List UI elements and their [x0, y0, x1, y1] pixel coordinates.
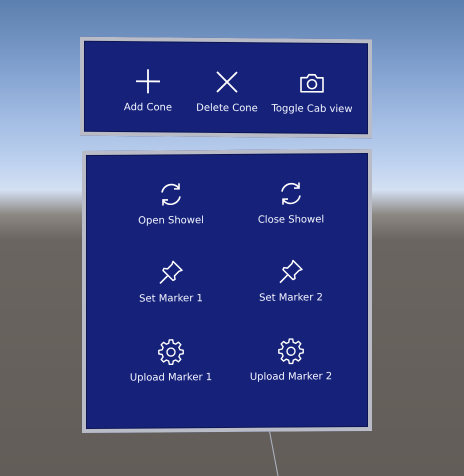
shovel-marker-panel: Open Showel Close Showel Set Marker 1 Se…: [82, 148, 372, 434]
upload-marker-1-label: Upload Marker 1: [129, 372, 213, 384]
close-x-icon: [212, 67, 242, 97]
toggle-cab-view-button[interactable]: Toggle Cab view: [262, 67, 362, 116]
add-cone-label: Add Cone: [123, 102, 173, 114]
delete-cone-button[interactable]: Delete Cone: [187, 67, 267, 116]
close-shovel-label: Close Showel: [257, 214, 325, 226]
set-marker-2-label: Set Marker 2: [259, 292, 323, 304]
upload-marker-1-button[interactable]: Upload Marker 1: [116, 336, 226, 385]
pin-icon: [156, 257, 186, 287]
open-shovel-label: Open Showel: [138, 215, 204, 227]
upload-marker-2-label: Upload Marker 2: [249, 371, 333, 383]
set-marker-2-button[interactable]: Set Marker 2: [236, 256, 346, 305]
gear-icon: [276, 335, 306, 365]
pin-icon: [276, 256, 306, 286]
gear-icon: [156, 336, 186, 366]
delete-cone-label: Delete Cone: [196, 102, 258, 115]
upload-marker-2-button[interactable]: Upload Marker 2: [236, 335, 346, 384]
toggle-cab-view-label: Toggle Cab view: [271, 103, 353, 116]
add-cone-button[interactable]: Add Cone: [108, 66, 188, 115]
close-shovel-button[interactable]: Close Showel: [236, 178, 346, 227]
set-marker-1-button[interactable]: Set Marker 1: [116, 257, 226, 306]
camera-icon: [297, 68, 327, 98]
open-shovel-button[interactable]: Open Showel: [116, 179, 226, 228]
plus-icon: [133, 66, 163, 96]
refresh-icon: [156, 179, 186, 209]
refresh-icon: [276, 178, 306, 208]
set-marker-1-label: Set Marker 1: [139, 293, 203, 305]
cone-controls-panel: Add Cone Delete Cone Toggle Cab view: [80, 36, 372, 139]
